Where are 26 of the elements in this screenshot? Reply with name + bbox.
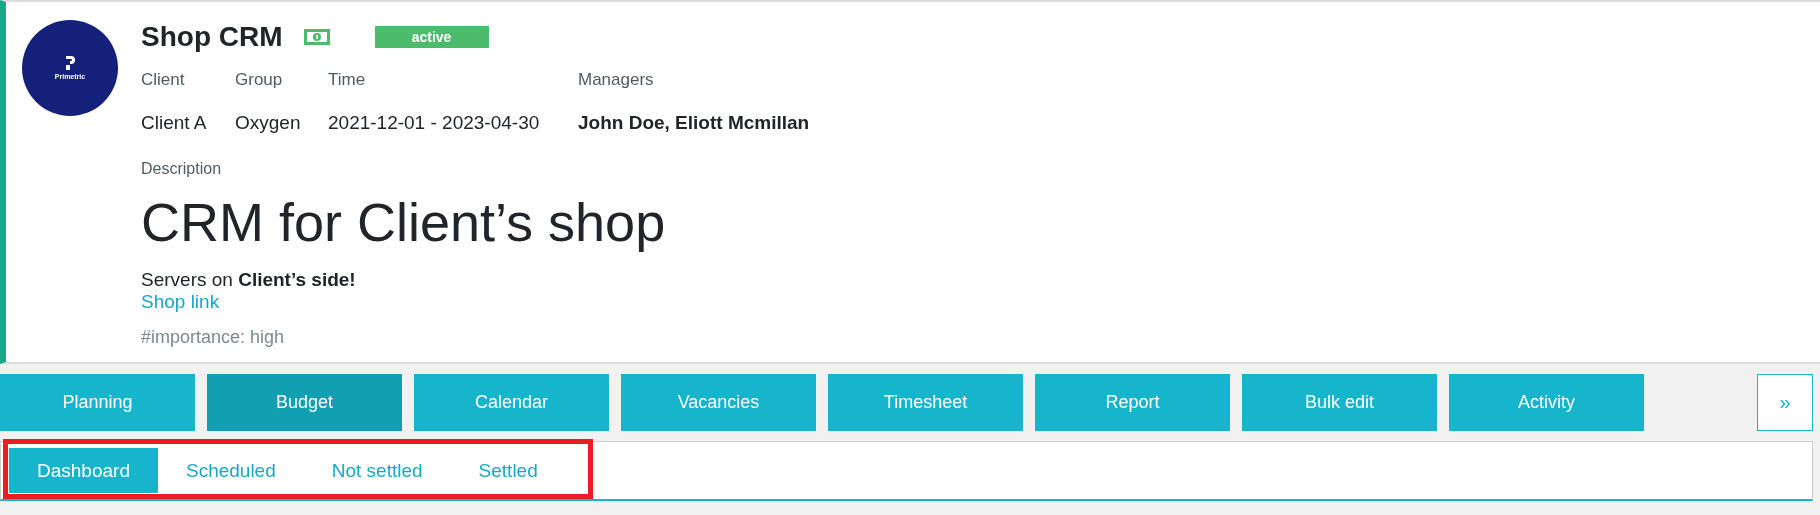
nav-tab[interactable]: Budget: [207, 374, 402, 431]
field-label: Managers: [578, 70, 655, 90]
shop-link[interactable]: Shop link: [141, 290, 220, 313]
nav-tab[interactable]: Report: [1035, 374, 1230, 431]
nav-tab[interactable]: Planning: [0, 374, 195, 431]
logo-mark-icon: [64, 56, 76, 70]
field-value: Oxygen: [235, 112, 302, 134]
sub-tab[interactable]: Dashboard: [9, 448, 158, 493]
field-label: Time: [328, 70, 367, 90]
description-label: Description: [141, 160, 223, 178]
project-title: Shop CRM: [141, 21, 283, 53]
field-value: Client A: [141, 112, 208, 134]
nav-tab[interactable]: Calendar: [414, 374, 609, 431]
more-button[interactable]: »: [1757, 374, 1813, 431]
nav-tab[interactable]: Activity: [1449, 374, 1644, 431]
description-heading: CRM for Client’s shop: [141, 191, 667, 254]
field-value: 2021-12-01 - 2023-04-30: [328, 112, 541, 134]
field-label: Group: [235, 70, 284, 90]
nav-tab[interactable]: Vacancies: [621, 374, 816, 431]
field-label: Client: [141, 70, 186, 90]
importance-tag: #importance: high: [141, 326, 810, 348]
status-badge: active: [374, 26, 489, 48]
description-text: Servers on Client’s side!: [141, 268, 357, 291]
nav-tab[interactable]: Bulk edit: [1242, 374, 1437, 431]
field-value: John Doe, Eliott Mcmillan: [578, 112, 810, 134]
nav-tab[interactable]: Timesheet: [828, 374, 1023, 431]
